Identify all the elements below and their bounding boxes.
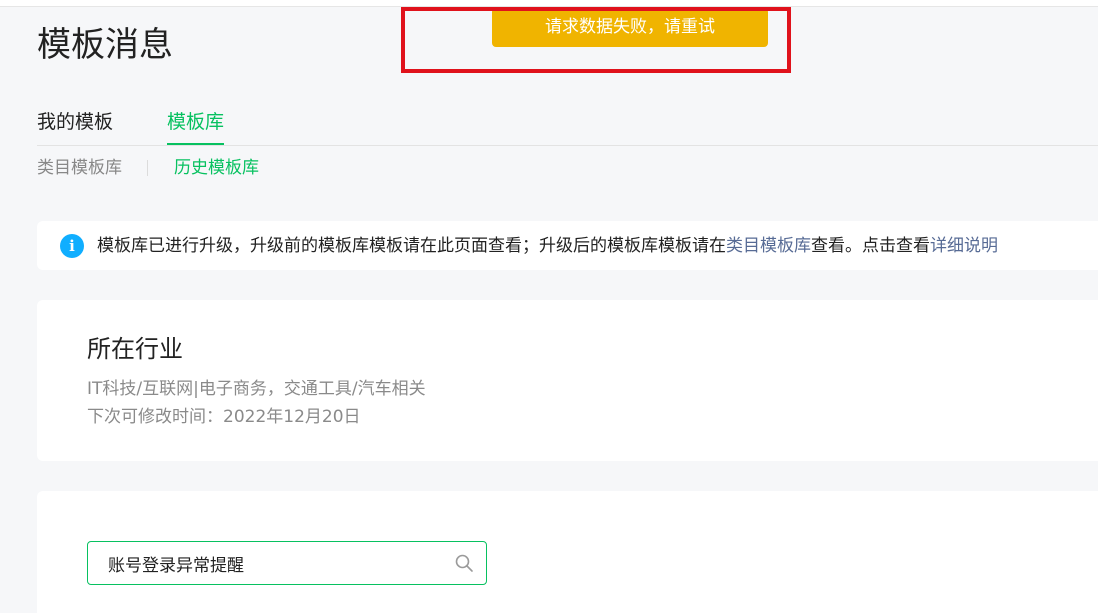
page-title: 模板消息 xyxy=(37,25,173,65)
subtab-history-library[interactable]: 历史模板库 xyxy=(174,155,259,181)
notice-text-middle: 查看。点击查看 xyxy=(811,236,930,256)
subtab-divider xyxy=(147,160,148,176)
page: 模板消息 请求数据失败，请重试 我的模板 模板库 类目模板库 历史模板库 i 模… xyxy=(0,0,1098,613)
subtab-category-library[interactable]: 类目模板库 xyxy=(37,155,122,181)
tab-template-library[interactable]: 模板库 xyxy=(167,106,225,145)
upgrade-notice: i 模板库已进行升级，升级前的模板库模板请在此页面查看；升级后的模板库模板请在类… xyxy=(37,221,1098,270)
category-library-link[interactable]: 类目模板库 xyxy=(726,236,811,256)
industry-title: 所在行业 xyxy=(87,335,183,363)
highlight-annotation-box xyxy=(401,7,791,73)
search-card xyxy=(37,491,1098,613)
details-link[interactable]: 详细说明 xyxy=(930,236,998,256)
notice-text-before: 模板库已进行升级，升级前的模板库模板请在此页面查看；升级后的模板库模板请在 xyxy=(97,236,726,256)
search-input[interactable] xyxy=(108,542,438,584)
next-modify-date: 下次可修改时间：2022年12月20日 xyxy=(87,407,361,427)
main-tabs: 我的模板 模板库 xyxy=(37,106,1098,146)
top-bar xyxy=(0,0,1098,7)
info-icon: i xyxy=(60,234,84,258)
industry-card: 所在行业 IT科技/互联网|电子商务，交通工具/汽车相关 下次可修改时间：202… xyxy=(37,300,1098,461)
search-box xyxy=(87,541,487,585)
search-icon[interactable] xyxy=(454,553,474,573)
notice-text: 模板库已进行升级，升级前的模板库模板请在此页面查看；升级后的模板库模板请在类目模… xyxy=(97,233,998,259)
industry-value: IT科技/互联网|电子商务，交通工具/汽车相关 xyxy=(87,379,426,399)
tab-my-templates[interactable]: 我的模板 xyxy=(37,106,113,138)
